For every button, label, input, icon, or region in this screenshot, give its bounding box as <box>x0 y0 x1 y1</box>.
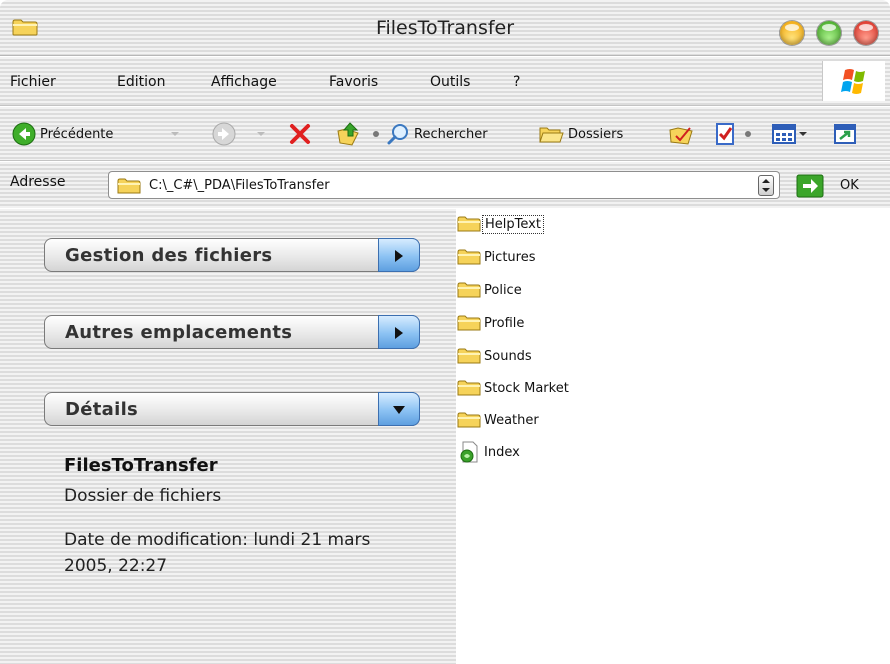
panel-title: Détails <box>65 399 139 420</box>
folder-icon <box>456 312 482 334</box>
folder-item[interactable]: Stock Market <box>456 375 571 401</box>
go-label[interactable]: OK <box>840 178 859 193</box>
address-value: C:\_C#\_PDA\FilesToTransfer <box>149 178 330 193</box>
close-button[interactable] <box>854 21 878 45</box>
folder-icon <box>456 279 482 301</box>
chevron-right-icon <box>395 250 403 262</box>
history-button[interactable] <box>714 121 736 147</box>
window-title: FilesToTransfer <box>375 17 515 39</box>
file-name: Index <box>484 444 520 460</box>
chevron-updown-icon <box>762 179 770 192</box>
file-list[interactable]: HelpText Pictures Police Profile Sounds … <box>456 209 890 664</box>
details-name: FilesToTransfer <box>64 455 218 476</box>
up-folder-icon <box>337 122 359 146</box>
grid-view-icon <box>772 124 796 144</box>
file-name: Stock Market <box>484 380 569 396</box>
expand-button[interactable] <box>378 315 420 349</box>
maximize-view-button[interactable] <box>834 121 856 147</box>
separator-dot <box>372 121 380 147</box>
expand-button[interactable] <box>378 238 420 272</box>
chevron-down-icon <box>393 406 405 414</box>
favorites-button[interactable] <box>668 121 694 147</box>
details-modified: Date de modification: lundi 21 mars 2005… <box>64 530 371 576</box>
menu-outils[interactable]: Outils <box>430 74 470 90</box>
folder-icon <box>456 409 482 431</box>
folder-icon <box>456 246 482 268</box>
file-name: Pictures <box>484 249 536 265</box>
file-item[interactable]: Index <box>456 439 522 465</box>
address-input[interactable]: C:\_C#\_PDA\FilesToTransfer <box>108 171 780 199</box>
views-button[interactable] <box>772 121 808 147</box>
windows-logo-icon <box>822 61 885 101</box>
favorites-folder-icon <box>669 127 693 145</box>
folder-item[interactable]: Weather <box>456 407 541 433</box>
folder-item[interactable]: Police <box>456 277 524 303</box>
other-places-panel[interactable]: Autres emplacements <box>44 315 420 349</box>
checklist-icon <box>716 123 734 145</box>
forward-arrow-icon <box>212 122 236 146</box>
search-icon <box>387 124 408 145</box>
chevron-down-icon <box>799 132 807 136</box>
folder-icon <box>456 345 482 367</box>
file-management-panel[interactable]: Gestion des fichiers <box>44 238 420 272</box>
file-name: Weather <box>484 412 539 428</box>
details-kind: Dossier de fichiers <box>64 486 222 506</box>
folder-icon <box>456 213 482 235</box>
forward-dropdown[interactable] <box>256 121 266 147</box>
collapse-button[interactable] <box>378 392 420 426</box>
window-restore-icon <box>834 124 856 144</box>
folder-icon <box>456 377 482 399</box>
minimize-button[interactable] <box>780 21 804 45</box>
back-arrow-icon <box>12 122 36 146</box>
menu-edition[interactable]: Edition <box>117 74 165 90</box>
file-name: Sounds <box>484 348 532 364</box>
menu-help[interactable]: ? <box>513 74 520 90</box>
up-folder-button[interactable] <box>336 121 362 147</box>
back-button[interactable]: Précédente <box>12 121 113 147</box>
panel-title: Gestion des fichiers <box>65 245 273 266</box>
chevron-down-icon <box>257 132 265 136</box>
go-button[interactable] <box>796 174 824 198</box>
address-label: Adresse <box>10 174 66 190</box>
folders-label: Dossiers <box>568 126 624 142</box>
standard-toolbar: Précédente Rechercher Dossiers <box>0 107 890 161</box>
folder-item[interactable]: HelpText <box>456 211 544 237</box>
file-name: HelpText <box>482 214 544 234</box>
search-button[interactable]: Rechercher <box>386 121 488 147</box>
back-dropdown[interactable] <box>170 121 180 147</box>
panel-title: Autres emplacements <box>65 322 293 343</box>
menu-fichier[interactable]: Fichier <box>10 74 56 90</box>
menu-favoris[interactable]: Favoris <box>329 74 378 90</box>
chevron-down-icon <box>171 132 179 136</box>
delete-button[interactable] <box>288 121 312 147</box>
folder-icon <box>117 178 141 194</box>
go-arrow-icon <box>796 174 824 198</box>
folders-button[interactable]: Dossiers <box>538 121 623 147</box>
html-document-icon <box>456 441 482 463</box>
file-name: Profile <box>484 315 525 331</box>
search-label: Rechercher <box>414 126 488 142</box>
folder-item[interactable]: Pictures <box>456 244 537 270</box>
title-bar[interactable]: FilesToTransfer <box>0 0 890 56</box>
forward-button[interactable] <box>212 121 236 147</box>
menu-affichage[interactable]: Affichage <box>211 74 277 90</box>
folder-item[interactable]: Profile <box>456 310 526 336</box>
task-pane: Gestion des fichiers Autres emplacements… <box>0 209 456 664</box>
file-name: Police <box>484 282 522 298</box>
details-panel[interactable]: Détails <box>44 392 420 426</box>
chevron-right-icon <box>395 327 403 339</box>
separator-dot <box>744 121 752 147</box>
folder-item[interactable]: Sounds <box>456 343 534 369</box>
delete-x-icon <box>290 124 310 144</box>
zoom-button[interactable] <box>817 21 841 45</box>
folders-icon <box>539 127 564 143</box>
address-dropdown[interactable] <box>758 175 774 196</box>
back-label: Précédente <box>40 126 114 142</box>
menu-bar: Fichier Edition Affichage Favoris Outils… <box>0 57 890 106</box>
address-bar: Adresse C:\_C#\_PDA\FilesToTransfer OK <box>0 162 890 208</box>
